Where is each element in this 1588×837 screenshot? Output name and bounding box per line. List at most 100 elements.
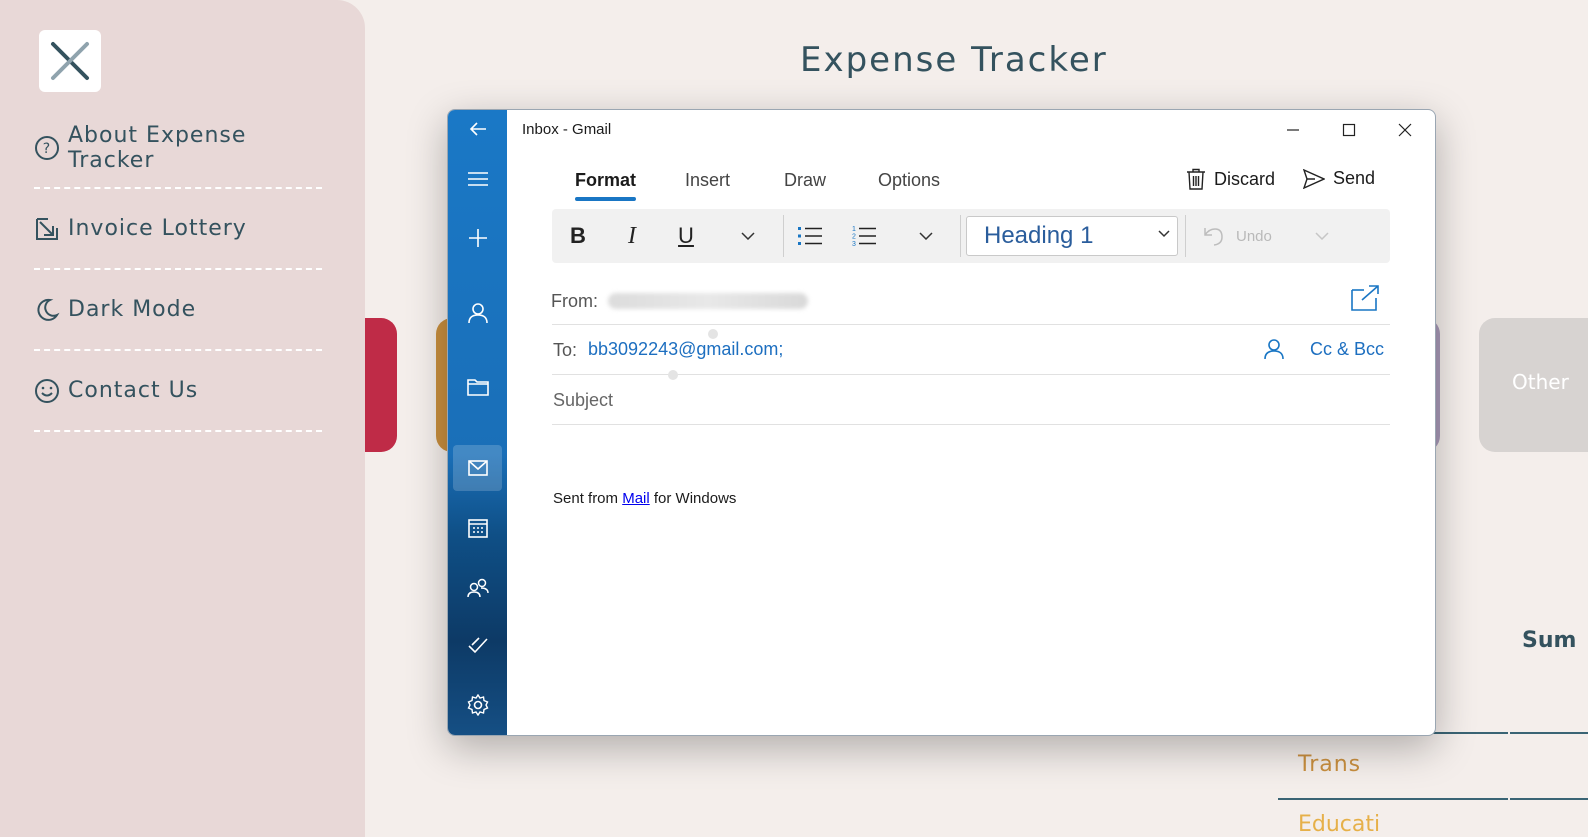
numbering-button[interactable]: 1 2 3 [846,209,882,263]
table-divider [1278,798,1508,800]
accounts-button[interactable] [453,290,502,336]
category-card-label: Other [1512,370,1569,394]
minimize-icon [1287,129,1299,131]
chevron-down-icon [1158,230,1170,238]
question-circle-icon: ? [35,135,59,160]
send-button[interactable]: Send [1303,168,1375,189]
italic-button[interactable]: I [614,209,650,263]
table-divider [1510,732,1588,734]
minimize-button[interactable] [1273,116,1313,144]
from-address-redacted [608,293,808,309]
underline-button[interactable]: U [668,209,704,263]
menu-item-invoice-lottery[interactable]: Invoice Lottery [34,189,322,270]
toolbar-divider [960,215,961,257]
cc-bcc-link[interactable]: Cc & Bcc [1310,339,1384,360]
close-menu-button[interactable] [39,30,101,92]
tab-format[interactable]: Format [575,170,636,191]
window-title: Inbox - Gmail [522,121,612,138]
person-icon [467,303,488,324]
close-icon [51,42,89,80]
more-font-options-button[interactable] [730,209,766,263]
close-window-button[interactable] [1385,116,1425,144]
menu-item-label: Contact Us [68,378,199,403]
gear-icon [467,694,488,716]
paragraph-style-select[interactable]: Heading 1 [966,216,1178,256]
discard-label: Discard [1214,168,1276,189]
italic-icon: I [628,222,636,249]
numbered-list-icon: 1 2 3 [852,226,876,247]
checkmark-icon [467,637,488,654]
table-divider [1510,798,1588,800]
contacts-picker-button[interactable] [1264,338,1284,365]
mail-button[interactable] [453,445,502,491]
hamburger-menu-button[interactable] [453,156,502,202]
external-arrow-icon [36,217,58,240]
category-card-red[interactable] [365,318,397,452]
to-label: To: [553,340,578,360]
menu-item-contact-us[interactable]: Contact Us [34,351,322,432]
tab-draw[interactable]: Draw [784,170,826,191]
chevron-down-icon [919,232,933,240]
page-title: Expense Tracker [800,40,1108,80]
svg-text:2: 2 [852,234,856,241]
mail-icon [467,460,488,476]
to-recipient[interactable]: bb3092243@gmail.com; [588,339,783,360]
moon-icon [37,298,60,321]
bold-icon: B [570,223,586,248]
back-button[interactable] [453,110,502,152]
maximize-icon [1342,123,1356,137]
mail-nav-rail [448,110,507,735]
active-tab-indicator [575,197,636,201]
menu-item-about[interactable]: ? About Expense Tracker [34,108,322,189]
popout-button[interactable] [1350,284,1380,317]
menu-item-dark-mode[interactable]: Dark Mode [34,270,322,351]
calendar-icon [467,519,488,538]
category-card-other[interactable]: Other [1479,318,1588,452]
settings-button[interactable] [453,682,502,728]
popout-icon [1351,285,1379,311]
bullets-button[interactable] [792,209,828,263]
underline-icon: U [678,223,694,248]
new-mail-button[interactable] [453,215,502,261]
tab-insert[interactable]: Insert [685,170,730,191]
close-icon [1398,123,1412,137]
tab-options[interactable]: Options [878,170,940,191]
person-icon [1264,339,1284,360]
calendar-button[interactable] [453,505,502,551]
svg-text:?: ? [43,141,51,157]
folders-button[interactable] [453,364,502,410]
undo-button[interactable]: Undo [1202,209,1272,263]
toolbar-divider [783,215,784,257]
more-undo-options-button[interactable] [1307,209,1337,263]
subject-row [552,374,1390,425]
hamburger-icon [467,172,488,186]
more-paragraph-options-button[interactable] [908,209,944,263]
send-icon [1303,168,1325,189]
toolbar-divider [1185,215,1186,257]
sidebar: ? About Expense Tracker Invoice Lottery … [0,0,365,837]
signature-prefix: Sent from [553,490,623,507]
discard-button[interactable]: Discard [1186,168,1275,190]
message-body[interactable]: Sent from Mail for Windows [553,490,736,507]
trash-icon [1187,168,1205,190]
mail-compose-window: Inbox - Gmail Format Insert Draw Options… [447,109,1436,736]
subject-input[interactable]: Subject [553,390,613,411]
svg-text:1: 1 [852,226,856,233]
svg-text:3: 3 [852,241,856,247]
maximize-button[interactable] [1329,116,1369,144]
category-row-label: Trans [1298,752,1362,777]
todo-button[interactable] [453,622,502,668]
people-button[interactable] [453,565,502,611]
signature-suffix: for Windows [649,490,737,507]
chevron-down-icon [1315,232,1329,240]
paragraph-style-value: Heading 1 [984,222,1094,249]
summary-heading: Sum [1522,628,1577,653]
send-label: Send [1333,168,1376,188]
smiley-icon [35,378,59,403]
back-arrow-icon [469,122,486,136]
undo-label: Undo [1236,227,1272,245]
bold-button[interactable]: B [560,209,596,263]
mail-link[interactable]: Mail [622,490,650,507]
plus-icon [468,229,487,247]
from-label: From: [551,291,598,311]
